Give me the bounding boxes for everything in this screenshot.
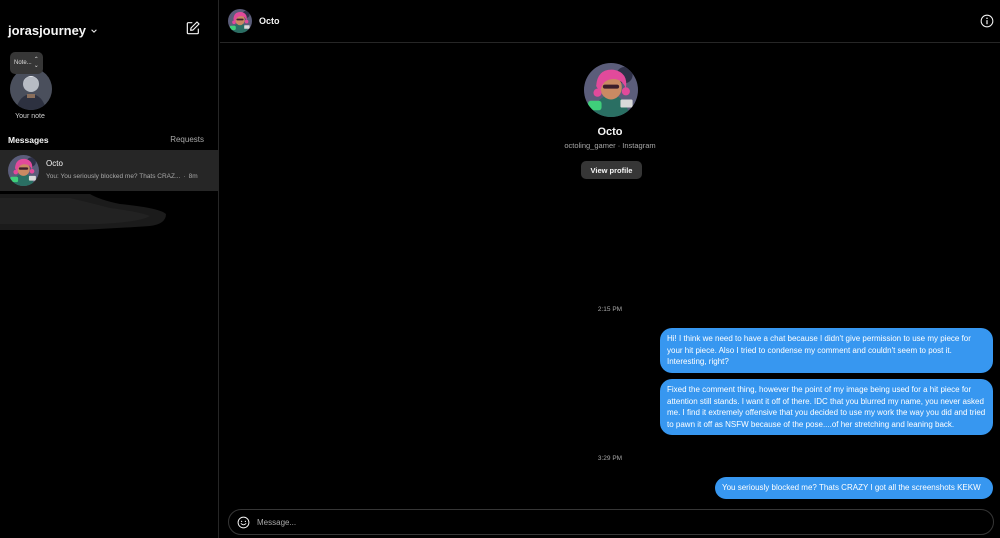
your-note-label: Your note bbox=[15, 113, 45, 120]
note-bubble-text: Note... bbox=[14, 60, 32, 66]
info-icon[interactable] bbox=[980, 14, 994, 28]
messages-heading: Messages bbox=[8, 135, 49, 145]
view-profile-button[interactable]: View profile bbox=[581, 161, 642, 179]
chevron-down-icon bbox=[91, 28, 97, 33]
chat-header: Octo bbox=[220, 0, 1000, 43]
profile-avatar bbox=[584, 63, 638, 117]
note-bubble[interactable]: Note... ⌃ ⌄ bbox=[10, 52, 43, 74]
timestamp: 2:15 PM bbox=[597, 306, 623, 313]
message-composer bbox=[228, 509, 994, 535]
note-arrows-icon: ⌃ ⌄ bbox=[33, 57, 39, 69]
message-input[interactable] bbox=[257, 515, 977, 530]
message-bubble[interactable]: You seriously blocked me? Thats CRAZY I … bbox=[715, 477, 993, 499]
thread-separator: · bbox=[183, 173, 186, 180]
timestamp: 3:29 PM bbox=[597, 455, 623, 462]
message-bubble[interactable]: Fixed the comment thing, however the poi… bbox=[660, 379, 993, 436]
profile-subtitle: octoling_gamer · Instagram bbox=[564, 141, 656, 150]
thread-item-octo[interactable]: Octo You: You seriously blocked me? That… bbox=[0, 150, 218, 191]
your-avatar[interactable] bbox=[10, 68, 52, 110]
chat-panel: Octo Octo octoling_gamer · Instagram Vie… bbox=[220, 0, 1000, 538]
avatar bbox=[8, 155, 39, 186]
message-bubble[interactable]: Hi! I think we need to have a chat becau… bbox=[660, 328, 993, 373]
sidebar: jorasjourney Note... ⌃ ⌄ Your note Messag… bbox=[0, 0, 219, 538]
redacted-thread bbox=[0, 194, 166, 230]
requests-link[interactable]: Requests bbox=[170, 135, 204, 144]
thread-time: 8m bbox=[188, 173, 198, 180]
thread-name: Octo bbox=[46, 159, 63, 168]
profile-name: Octo bbox=[597, 126, 623, 138]
chat-header-name[interactable]: Octo bbox=[259, 16, 280, 26]
thread-preview-text: You: You seriously blocked me? Thats CRA… bbox=[46, 173, 181, 180]
account-name: jorasjourney bbox=[8, 23, 87, 38]
account-switcher[interactable]: jorasjourney bbox=[8, 23, 98, 38]
avatar[interactable] bbox=[228, 9, 252, 33]
compose-icon[interactable] bbox=[185, 20, 201, 36]
thread-preview: You: You seriously blocked me? Thats CRA… bbox=[46, 173, 198, 180]
emoji-icon[interactable] bbox=[237, 516, 250, 529]
